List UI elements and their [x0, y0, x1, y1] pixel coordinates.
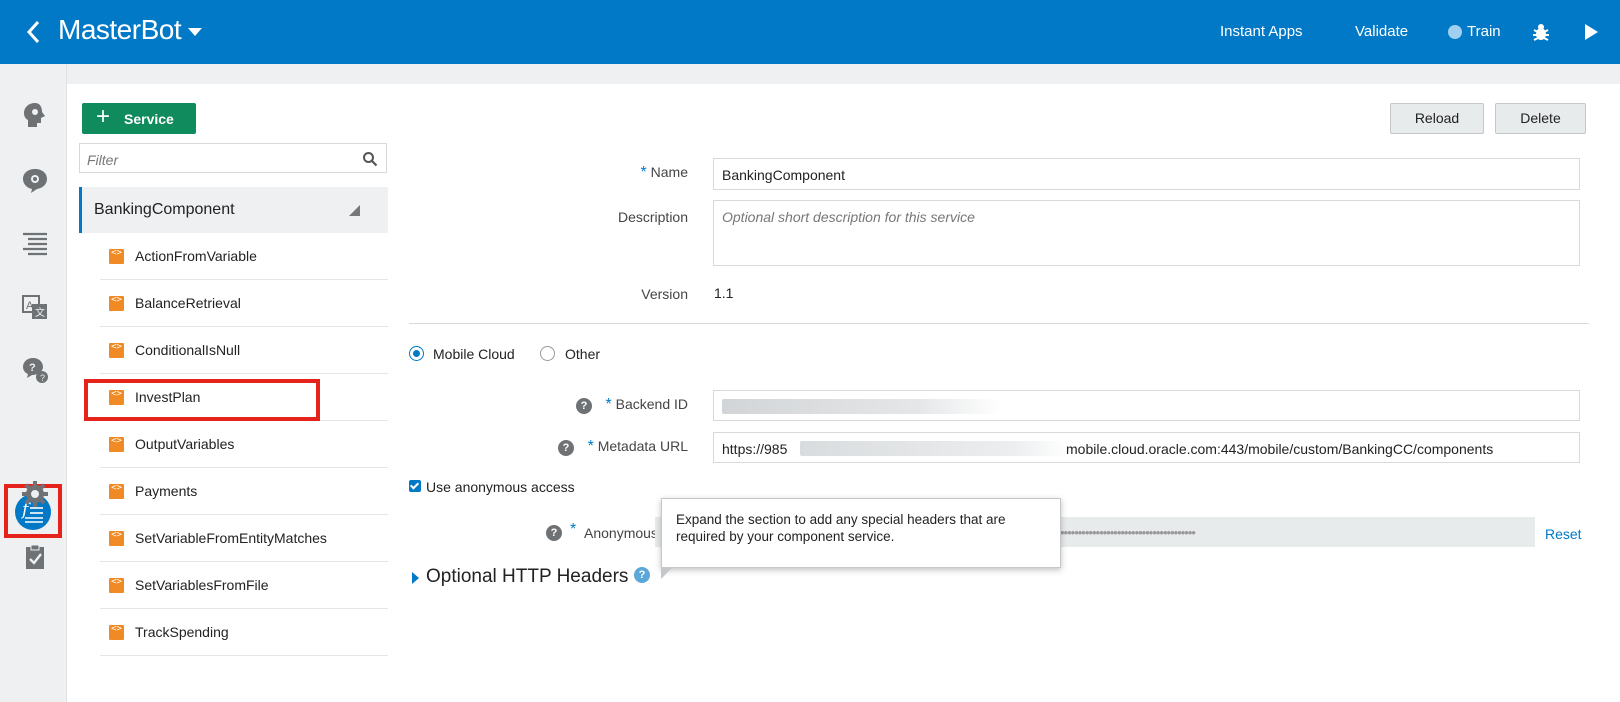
- anonymous-access-checkbox[interactable]: [409, 480, 421, 492]
- metadata-url-suffix: mobile.cloud.oracle.com:443/mobile/custo…: [1066, 441, 1494, 457]
- delete-button[interactable]: Delete: [1495, 103, 1586, 134]
- train-status-icon: [1448, 25, 1462, 39]
- name-label: * Name: [600, 164, 688, 182]
- component-icon: [109, 248, 124, 264]
- bot-menu-caret-icon[interactable]: [188, 28, 202, 36]
- validate-link[interactable]: Validate: [1355, 23, 1408, 40]
- top-bar: MasterBot Instant Apps Validate Train: [0, 0, 1620, 64]
- bug-icon[interactable]: [1530, 21, 1552, 43]
- intents-icon[interactable]: [20, 100, 50, 130]
- collapse-triangle-icon[interactable]: [349, 205, 360, 216]
- component-icon: [109, 577, 124, 593]
- reload-button[interactable]: Reload: [1390, 103, 1484, 134]
- plus-icon: +: [96, 103, 111, 130]
- component-group-title: BankingComponent: [94, 201, 235, 218]
- settings-gear-icon[interactable]: [20, 479, 50, 509]
- version-label: Version: [641, 286, 688, 302]
- tooltip-text: Expand the section to add any special he…: [676, 512, 1006, 544]
- list-item[interactable]: SetVariableFromEntityMatches: [100, 515, 388, 562]
- radio-mobile-cloud-label: Mobile Cloud: [433, 346, 515, 362]
- backend-id-label-text: Backend ID: [615, 396, 688, 412]
- resource-bundle-icon[interactable]: A文: [20, 292, 50, 322]
- play-icon[interactable]: [1583, 23, 1599, 41]
- backend-id-label: * Backend ID: [560, 396, 689, 414]
- required-asterisk: *: [605, 396, 612, 413]
- version-value: 1.1: [714, 285, 734, 301]
- required-asterisk: *: [570, 521, 577, 538]
- radio-other[interactable]: [540, 346, 555, 361]
- name-label-text: Name: [650, 164, 688, 180]
- component-icon: [109, 342, 124, 358]
- redacted-value: [722, 399, 1002, 414]
- train-link[interactable]: Train: [1467, 23, 1501, 40]
- list-item-label: TrackSpending: [135, 624, 229, 640]
- list-item[interactable]: BalanceRetrieval: [100, 280, 388, 327]
- description-field[interactable]: Optional short description for this serv…: [713, 200, 1580, 266]
- list-item-label: SetVariableFromEntityMatches: [135, 530, 327, 546]
- bot-title[interactable]: MasterBot: [58, 14, 182, 46]
- qna-icon[interactable]: ??: [20, 355, 50, 385]
- anonymous-label: Anonymous: [584, 525, 658, 541]
- instant-apps-link[interactable]: Instant Apps: [1220, 23, 1303, 40]
- list-item-highlighted[interactable]: InvestPlan: [84, 374, 388, 421]
- list-item-label: ActionFromVariable: [135, 248, 257, 264]
- filter-box: [79, 143, 387, 173]
- required-asterisk: *: [587, 438, 594, 455]
- list-item[interactable]: SetVariablesFromFile: [100, 562, 388, 609]
- add-service-button[interactable]: + Service: [82, 103, 196, 134]
- component-list: ActionFromVariable BalanceRetrieval Cond…: [84, 233, 388, 656]
- entities-icon[interactable]: [20, 165, 50, 195]
- filter-input[interactable]: [85, 149, 359, 171]
- quality-checklist-icon[interactable]: [20, 542, 50, 572]
- flows-icon[interactable]: [20, 228, 50, 258]
- radio-mobile-cloud[interactable]: [409, 346, 424, 361]
- anonymous-access-label: Use anonymous access: [426, 479, 575, 495]
- metadata-url-prefix: https://985: [722, 441, 788, 457]
- list-item-label: Payments: [135, 483, 198, 499]
- component-icon: [109, 389, 124, 405]
- left-rail: A文 ?? f: [0, 64, 67, 702]
- backend-id-field[interactable]: [713, 390, 1580, 421]
- svg-text:?: ?: [40, 373, 45, 383]
- list-item-label: SetVariablesFromFile: [135, 577, 269, 593]
- list-item-label: OutputVariables: [135, 436, 235, 452]
- anonymous-help-icon[interactable]: ?: [546, 525, 562, 541]
- optional-headers-help-icon[interactable]: ?: [634, 567, 650, 583]
- list-item[interactable]: Payments: [100, 468, 388, 515]
- description-placeholder: Optional short description for this serv…: [722, 209, 975, 225]
- optional-headers-label: Optional HTTP Headers: [426, 566, 629, 587]
- search-icon[interactable]: [362, 151, 378, 167]
- back-chevron-icon[interactable]: [24, 17, 44, 47]
- section-divider: [409, 323, 1589, 324]
- redacted-value: [800, 441, 1068, 456]
- expand-arrow-icon[interactable]: [412, 572, 419, 584]
- component-icon: [109, 530, 124, 546]
- component-group-header[interactable]: BankingComponent: [79, 187, 388, 233]
- reset-link[interactable]: Reset: [1545, 526, 1582, 542]
- name-field-value: BankingComponent: [722, 167, 845, 183]
- component-icon: [109, 624, 124, 640]
- description-label: Description: [617, 209, 688, 225]
- metadata-url-field[interactable]: https://985 mobile.cloud.oracle.com:443/…: [713, 432, 1580, 463]
- radio-other-label: Other: [565, 346, 601, 362]
- svg-text:文: 文: [35, 306, 45, 319]
- metadata-url-label: * Metadata URL: [560, 438, 688, 456]
- help-tooltip: Expand the section to add any special he…: [661, 498, 1061, 579]
- name-field[interactable]: BankingComponent: [713, 158, 1580, 190]
- list-item[interactable]: TrackSpending: [100, 609, 388, 656]
- list-item-label: ConditionalIsNull: [135, 342, 241, 358]
- svg-text:?: ?: [29, 362, 36, 374]
- metadata-url-label-text: Metadata URL: [597, 438, 688, 454]
- component-icon: [109, 483, 124, 499]
- list-item[interactable]: ConditionalIsNull: [100, 327, 388, 374]
- required-asterisk: *: [640, 164, 647, 181]
- list-item-label: BalanceRetrieval: [135, 295, 241, 311]
- component-icon: [109, 295, 124, 311]
- list-item-label: InvestPlan: [135, 389, 201, 405]
- masked-secret: ••••••••••••••••••••••••••••••••••••••: [1060, 525, 1196, 540]
- list-item[interactable]: ActionFromVariable: [100, 233, 388, 280]
- add-service-label: Service: [124, 111, 174, 127]
- list-item[interactable]: OutputVariables: [100, 421, 388, 468]
- component-icon: [109, 436, 124, 452]
